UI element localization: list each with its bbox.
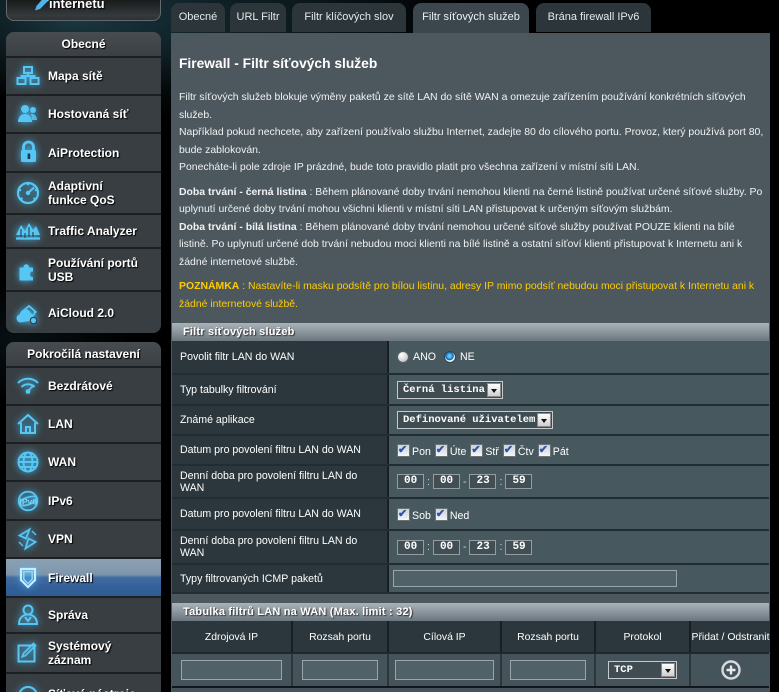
svg-text:IPv6: IPv6 bbox=[20, 496, 38, 506]
